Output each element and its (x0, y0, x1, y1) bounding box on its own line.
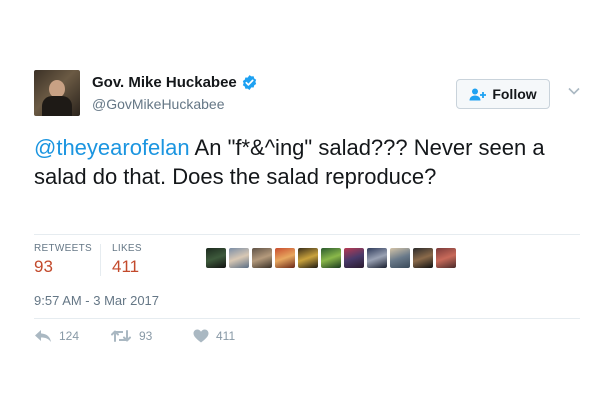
retweets-label[interactable]: RETWEETS (34, 243, 92, 254)
retweet-icon (111, 330, 131, 342)
retweet-count: 93 (139, 329, 153, 343)
liker-avatar[interactable] (344, 248, 364, 268)
tweet-mention-link[interactable]: @theyearofelan (34, 135, 190, 160)
profile-avatar[interactable] (34, 70, 80, 116)
tweet-timestamp[interactable]: 9:57 AM - 3 Mar 2017 (34, 293, 159, 308)
follow-button[interactable]: Follow (456, 79, 550, 109)
liker-avatar[interactable] (390, 248, 410, 268)
like-button[interactable]: 411 (193, 329, 235, 343)
liker-avatar[interactable] (275, 248, 295, 268)
reply-icon (35, 330, 51, 342)
stats-top-divider (34, 234, 580, 235)
follow-button-label: Follow (492, 86, 537, 102)
liker-avatar[interactable] (206, 248, 226, 268)
author-name-row: Gov. Mike Huckabee (92, 74, 258, 91)
stats-separator (100, 244, 101, 276)
reply-count: 124 (59, 329, 80, 343)
avatar-body (42, 96, 72, 116)
likes-value[interactable]: 411 (112, 257, 139, 277)
liker-avatar[interactable] (367, 248, 387, 268)
liker-avatars (206, 248, 459, 268)
actions-top-divider (34, 318, 580, 319)
retweets-value[interactable]: 93 (34, 257, 53, 277)
author-display-name[interactable]: Gov. Mike Huckabee (92, 74, 237, 91)
liker-avatar[interactable] (436, 248, 456, 268)
liker-avatar[interactable] (413, 248, 433, 268)
chevron-down-icon[interactable] (568, 86, 580, 96)
liker-avatar[interactable] (298, 248, 318, 268)
reply-button[interactable]: 124 (34, 329, 79, 343)
liker-avatar[interactable] (321, 248, 341, 268)
retweet-button[interactable]: 93 (110, 329, 152, 343)
tweet-text: @theyearofelan An "f*&^ing" salad??? Nev… (34, 133, 574, 191)
likes-label[interactable]: LIKES (112, 243, 142, 254)
author-handle[interactable]: @GovMikeHuckabee (92, 96, 225, 112)
liker-avatar[interactable] (252, 248, 272, 268)
verified-badge-icon (242, 75, 256, 90)
like-count: 411 (216, 329, 236, 343)
add-user-icon (469, 88, 487, 100)
liker-avatar[interactable] (229, 248, 249, 268)
heart-icon (193, 329, 209, 343)
